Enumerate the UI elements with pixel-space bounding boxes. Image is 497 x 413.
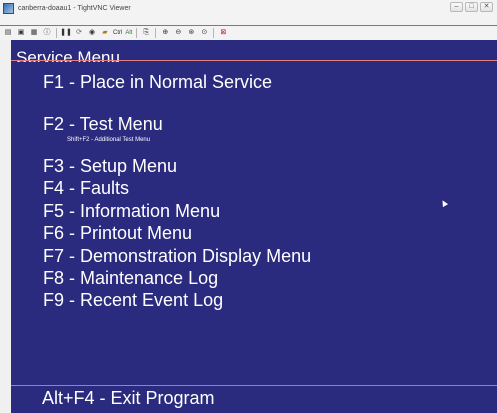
- footer-divider: [11, 385, 497, 386]
- title-bar[interactable]: canberra-doaau1 - TightVNC Viewer – □ ✕: [0, 0, 497, 17]
- menu-item-f6[interactable]: F6 - Printout Menu: [43, 223, 192, 243]
- menu-item-f2-subtext: Shift+F2 - Additional Test Menu: [67, 137, 151, 143]
- maximize-button[interactable]: □: [465, 2, 478, 12]
- file-transfer-icon[interactable]: ▰: [100, 28, 110, 38]
- zoom-reset-icon[interactable]: ⊙: [199, 28, 209, 38]
- alt-key-button[interactable]: Alt: [125, 30, 132, 36]
- app-icon: [3, 2, 14, 14]
- pause-icon[interactable]: ❚❚: [60, 28, 72, 38]
- info-icon[interactable]: ⓘ: [42, 28, 52, 38]
- menu-item-f4[interactable]: F4 - Faults: [43, 178, 129, 198]
- menu-item-f3[interactable]: F3 - Setup Menu: [43, 156, 177, 176]
- menu-item-f5[interactable]: F5 - Information Menu: [43, 201, 220, 221]
- toolbar-separator: [136, 28, 138, 38]
- view-only-icon[interactable]: ◉: [87, 28, 97, 38]
- ctrl-key-button[interactable]: Ctrl: [113, 30, 122, 36]
- menu-item-f1[interactable]: F1 - Place in Normal Service: [43, 72, 272, 92]
- save-icon[interactable]: ▣: [16, 28, 26, 38]
- toolbar-separator: [213, 28, 215, 38]
- header-underline: [11, 60, 497, 61]
- exit-program-item[interactable]: Alt+F4 - Exit Program: [42, 388, 215, 408]
- zoom-fit-icon[interactable]: ⊛: [186, 28, 196, 38]
- minimize-button[interactable]: –: [450, 2, 463, 12]
- menu-item-f8[interactable]: F8 - Maintenance Log: [43, 268, 218, 288]
- toolbar: ▤ ▣ ▦ ⓘ ❚❚ ⟳ ◉ ▰ Ctrl Alt ⎘ ⊕ ⊖ ⊛ ⊙ ⊠: [0, 26, 497, 40]
- close-button[interactable]: ✕: [480, 2, 493, 12]
- toolbar-divider: [0, 25, 497, 26]
- window-title: canberra-doaau1 - TightVNC Viewer: [18, 4, 131, 12]
- menu-item-f7[interactable]: F7 - Demonstration Display Menu: [43, 246, 311, 266]
- options-icon[interactable]: ▦: [29, 28, 39, 38]
- window-controls: – □ ✕: [450, 2, 493, 12]
- vnc-viewer-window: canberra-doaau1 - TightVNC Viewer – □ ✕ …: [0, 0, 497, 413]
- refresh-icon[interactable]: ⟳: [74, 28, 84, 38]
- zoom-out-icon[interactable]: ⊖: [173, 28, 183, 38]
- menu-item-f9[interactable]: F9 - Recent Event Log: [43, 290, 223, 310]
- clipboard-icon[interactable]: ⎘: [141, 28, 151, 38]
- new-connection-icon[interactable]: ▤: [3, 28, 13, 38]
- menu-item-f2[interactable]: F2 - Test Menu: [43, 114, 163, 134]
- toolbar-separator: [155, 28, 157, 38]
- toolbar-separator: [56, 28, 57, 38]
- fullscreen-icon[interactable]: ⊠: [218, 28, 228, 38]
- zoom-in-icon[interactable]: ⊕: [160, 28, 170, 38]
